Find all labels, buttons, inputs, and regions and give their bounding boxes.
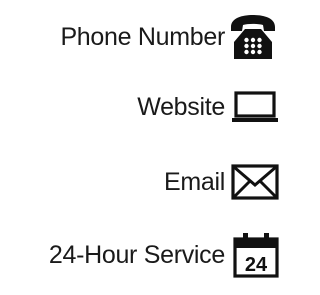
email-label: Email bbox=[163, 168, 225, 196]
envelope-icon bbox=[231, 164, 279, 200]
calendar-24-text: 24 bbox=[245, 254, 268, 276]
contact-row-website: Website bbox=[0, 82, 292, 132]
contact-row-24-hour-service: 24-Hour Service 24 bbox=[0, 230, 292, 280]
calendar-24-icon: 24 bbox=[233, 232, 279, 278]
24-hour-service-label: 24-Hour Service bbox=[48, 241, 225, 269]
telephone-icon bbox=[228, 12, 278, 62]
laptop-icon bbox=[232, 91, 278, 123]
contact-row-phone: Phone Number bbox=[0, 12, 292, 62]
contact-row-email: Email bbox=[0, 157, 292, 207]
phone-number-label: Phone Number bbox=[60, 23, 225, 51]
website-label: Website bbox=[137, 93, 225, 121]
